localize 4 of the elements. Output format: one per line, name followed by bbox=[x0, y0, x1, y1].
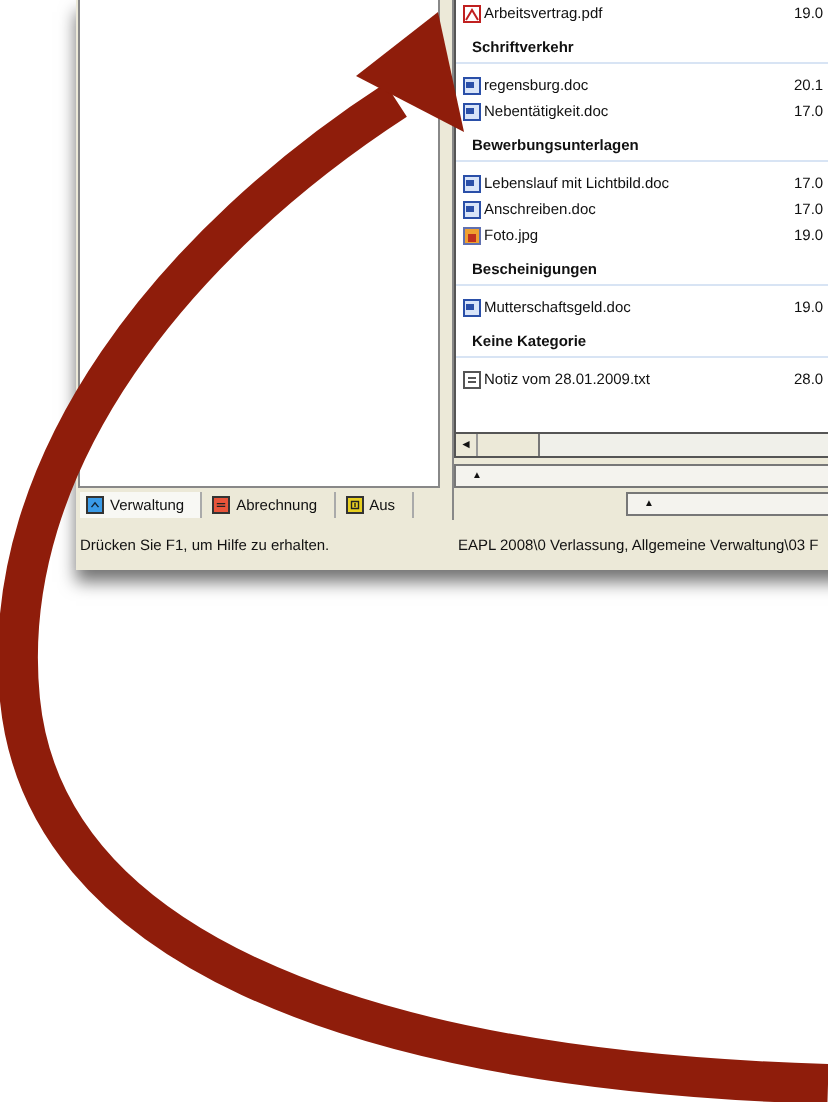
text-file-icon bbox=[462, 369, 482, 389]
image-file-icon bbox=[462, 225, 482, 245]
scroll-thumb[interactable] bbox=[478, 434, 540, 456]
document-icon bbox=[462, 297, 482, 317]
